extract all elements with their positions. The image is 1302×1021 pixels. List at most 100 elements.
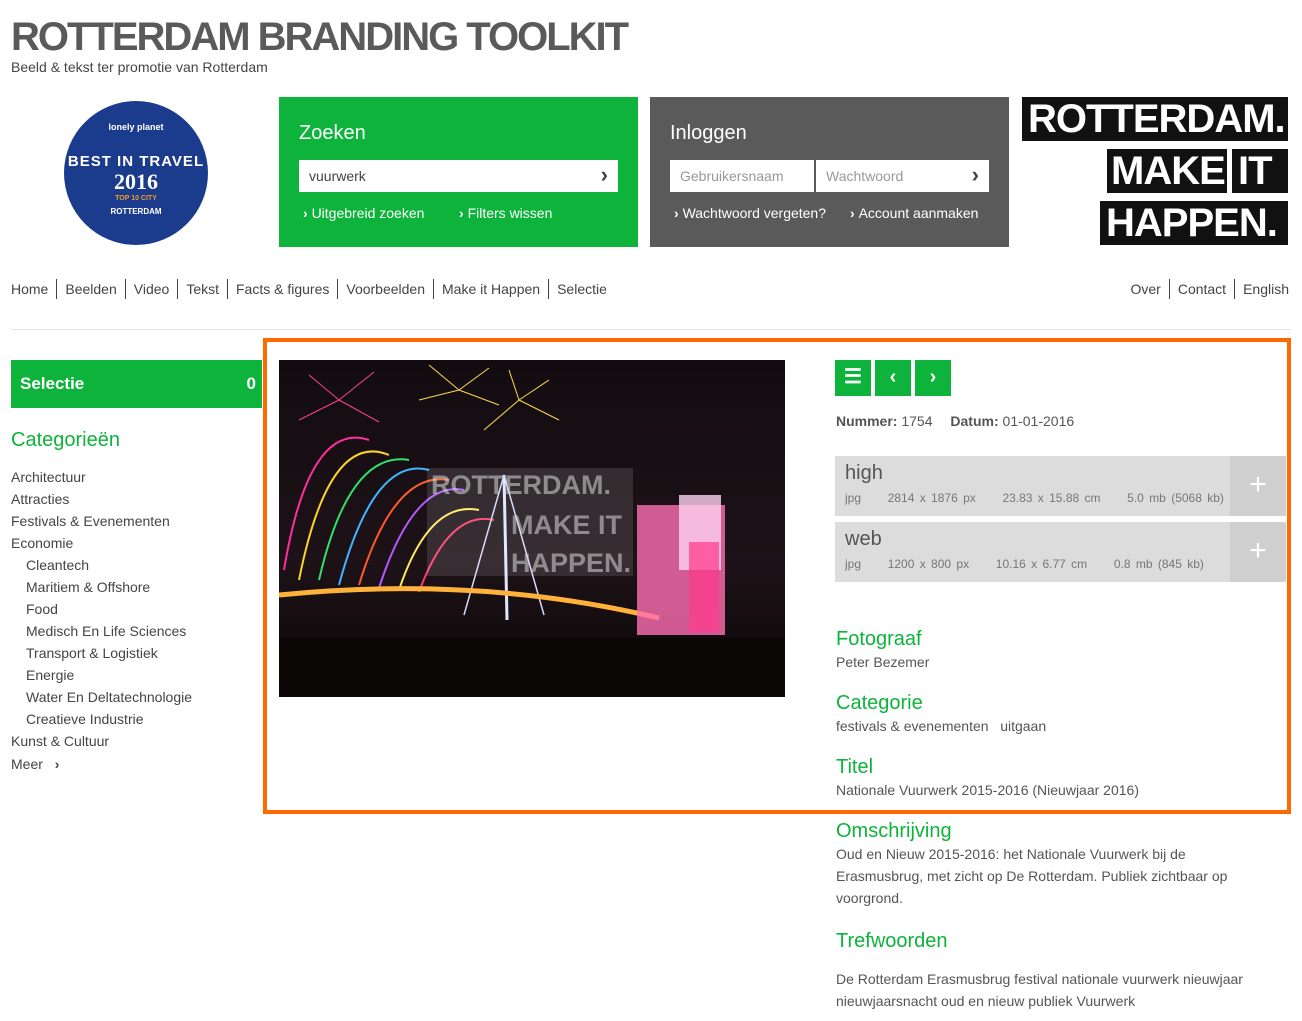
category-item[interactable]: Creatieve Industrie <box>26 711 144 727</box>
username-input[interactable]: Gebruikersnaam <box>670 160 814 192</box>
create-account-link[interactable]: › Account aanmaken <box>850 205 978 221</box>
chevron-right-icon: › <box>459 205 468 221</box>
category-item[interactable]: Attracties <box>11 491 69 507</box>
watermark-line3: HAPPEN. <box>511 548 631 578</box>
download-size: 5.0 mb (5068 kb) <box>1127 491 1224 505</box>
nav-beelden[interactable]: Beelden <box>56 279 124 299</box>
next-button[interactable]: › <box>915 360 951 396</box>
secondary-nav: Over Contact English <box>1130 279 1289 299</box>
more-link[interactable]: Meer › <box>11 756 59 772</box>
search-panel: Zoeken vuurwerk › › Uitgebreid zoeken › … <box>279 97 638 247</box>
advanced-search-link[interactable]: › Uitgebreid zoeken <box>303 205 424 221</box>
category-item[interactable]: Architectuur <box>11 469 86 485</box>
nav-english[interactable]: English <box>1234 279 1289 299</box>
plus-icon[interactable]: + <box>1230 522 1286 582</box>
nav-voorbeelden[interactable]: Voorbeelden <box>337 279 433 299</box>
fotograaf-heading: Fotograaf <box>836 628 922 650</box>
badge-city: ROTTERDAM <box>110 207 162 216</box>
plus-icon[interactable]: + <box>1230 456 1286 516</box>
list-view-button[interactable]: ☰ <box>835 360 871 396</box>
download-specs: jpg 2814 x 1876 px 23.83 x 15.88 cm 5.0 … <box>845 491 1224 505</box>
category-item[interactable]: Maritiem & Offshore <box>26 579 150 595</box>
nav-over[interactable]: Over <box>1130 279 1168 299</box>
chevron-right-icon: › <box>674 205 683 221</box>
site-title[interactable]: ROTTERDAM BRANDING TOOLKIT <box>11 14 629 60</box>
badge-year: 2016 <box>114 169 158 194</box>
menu-icon: ☰ <box>844 366 862 388</box>
category-item[interactable]: Transport & Logistiek <box>26 645 158 661</box>
datum-value: 01-01-2016 <box>1002 413 1075 429</box>
datum-label: Datum: <box>950 413 999 429</box>
create-account-label: Account aanmaken <box>858 205 979 221</box>
titel-value: Nationale Vuurwerk 2015-2016 (Nieuwjaar … <box>836 782 1139 798</box>
category-item[interactable]: Festivals & Evenementen <box>11 513 170 529</box>
download-row-high[interactable]: high jpg 2814 x 1876 px 23.83 x 15.88 cm… <box>835 456 1286 516</box>
fireworks-photo[interactable]: ROTTERDAM. MAKE IT HAPPEN. <box>279 360 785 697</box>
chevron-right-icon: › <box>303 205 312 221</box>
nav-facts-figures[interactable]: Facts & figures <box>227 279 337 299</box>
nav-home[interactable]: Home <box>11 279 56 299</box>
fotograaf-value: Peter Bezemer <box>836 654 930 670</box>
login-submit-chevron-icon[interactable]: › <box>972 160 979 190</box>
image-meta: Nummer: 1754 Datum: 01-01-2016 <box>836 413 1074 429</box>
nav-video[interactable]: Video <box>124 279 178 299</box>
chevron-left-icon: ‹ <box>889 366 897 388</box>
category-item[interactable]: Medisch En Life Sciences <box>26 623 186 639</box>
download-cm: 23.83 x 15.88 cm <box>1002 491 1101 505</box>
chevron-right-icon: › <box>850 205 859 221</box>
advanced-search-label: Uitgebreid zoeken <box>311 205 425 221</box>
nav-selectie[interactable]: Selectie <box>548 279 615 299</box>
selectie-count: 0 <box>246 374 256 393</box>
category-item[interactable]: Kunst & Cultuur <box>11 733 109 749</box>
download-format: jpg <box>845 491 862 505</box>
nav-tekst[interactable]: Tekst <box>177 279 227 299</box>
trefwoorden-heading: Trefwoorden <box>836 930 948 952</box>
search-input[interactable]: vuurwerk › <box>299 160 618 192</box>
download-px: 1200 x 800 px <box>887 557 970 571</box>
password-input[interactable]: Wachtwoord › <box>816 160 989 192</box>
clear-filters-link[interactable]: › Filters wissen <box>459 205 552 221</box>
titel-heading: Titel <box>836 756 874 778</box>
forgot-password-link[interactable]: › Wachtwoord vergeten? <box>674 205 826 221</box>
categorie-value[interactable]: festivals & evenementen uitgaan <box>836 715 1266 737</box>
omschrijving-value: Oud en Nieuw 2015-2016: het Nationale Vu… <box>836 846 1228 906</box>
password-placeholder: Wachtwoord <box>826 168 904 184</box>
previous-button[interactable]: ‹ <box>875 360 911 396</box>
download-px: 2814 x 1876 px <box>887 491 976 505</box>
category-item[interactable]: Food <box>26 601 58 617</box>
badge-line2: TOP 10 CITY <box>115 195 157 202</box>
username-placeholder: Gebruikersnaam <box>680 168 784 184</box>
site-subtitle: Beeld & tekst ter promotie van Rotterdam <box>11 59 268 75</box>
nav-make-it-happen[interactable]: Make it Happen <box>433 279 548 299</box>
forgot-password-label: Wachtwoord vergeten? <box>682 205 827 221</box>
more-label: Meer <box>11 756 43 772</box>
nummer-label: Nummer: <box>836 413 898 429</box>
badge-line1: BEST IN TRAVEL <box>67 153 205 170</box>
search-submit-chevron-icon[interactable]: › <box>601 160 608 190</box>
chevron-right-icon: › <box>929 366 937 388</box>
categories-title: Categorieën <box>11 429 120 451</box>
best-in-travel-badge: lonely planet BEST IN TRAVEL 2016 TOP 10… <box>64 101 208 245</box>
category-item[interactable]: Energie <box>26 667 74 683</box>
download-cm: 10.16 x 6.77 cm <box>995 557 1088 571</box>
nav-contact[interactable]: Contact <box>1168 279 1234 299</box>
download-format: jpg <box>845 557 862 571</box>
clear-filters-label: Filters wissen <box>467 205 553 221</box>
logo-line1: ROTTERDAM. <box>1022 97 1288 141</box>
category-item[interactable]: Cleantech <box>26 557 89 573</box>
watermark-line1: ROTTERDAM. <box>431 470 611 500</box>
chevron-right-icon: › <box>54 756 60 772</box>
category-item[interactable]: Economie <box>11 535 73 551</box>
download-title: high <box>845 462 883 484</box>
category-item[interactable]: Water En Deltatechnologie <box>26 689 192 705</box>
download-row-web[interactable]: web jpg 1200 x 800 px 10.16 x 6.77 cm 0.… <box>835 522 1286 582</box>
download-specs: jpg 1200 x 800 px 10.16 x 6.77 cm 0.8 mb… <box>845 557 1204 571</box>
rotterdam-make-it-happen-logo[interactable]: ROTTERDAM. MAKE IT HAPPEN. <box>1020 97 1290 247</box>
search-input-value: vuurwerk <box>309 168 366 184</box>
watermark-line2: MAKE IT <box>511 510 623 540</box>
logo-line2a: MAKE <box>1107 149 1227 193</box>
selectie-bar[interactable]: Selectie 0 <box>11 360 262 408</box>
nav-divider <box>11 329 1291 330</box>
categorie-heading: Categorie <box>836 692 923 714</box>
download-size: 0.8 mb (845 kb) <box>1113 557 1204 571</box>
